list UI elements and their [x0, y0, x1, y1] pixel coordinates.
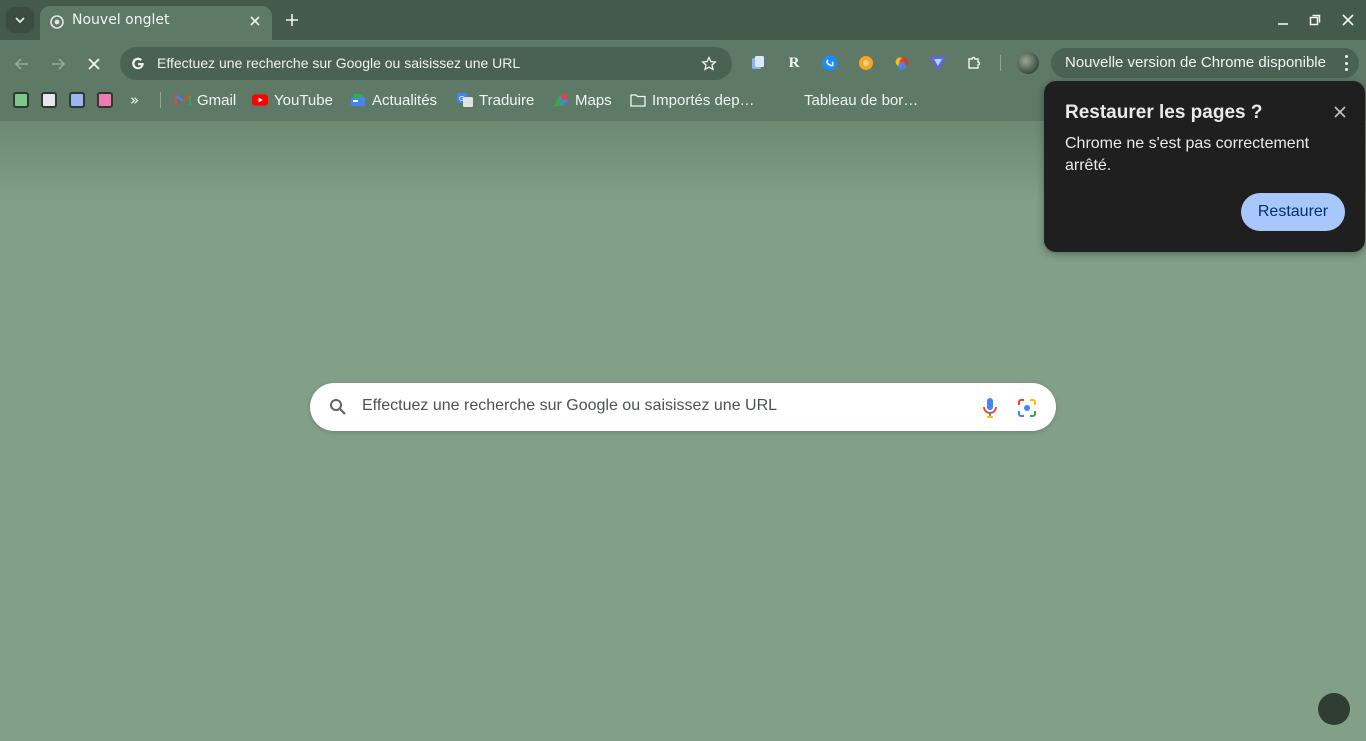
minimize-button[interactable]: [1273, 10, 1293, 30]
extension-vpn-icon[interactable]: [928, 53, 948, 73]
extension-orange-icon[interactable]: [856, 53, 876, 73]
more-menu-icon[interactable]: [1343, 55, 1349, 71]
restore-pages-dialog: Restaurer les pages ? Chrome ne s'est pa…: [1044, 81, 1365, 252]
bookmarks-overflow-button[interactable]: »: [130, 91, 139, 109]
bookmark-gmail[interactable]: Gmail: [175, 90, 236, 110]
plus-icon: [286, 14, 298, 26]
bookmarks-divider: [160, 92, 161, 108]
address-bar[interactable]: Effectuez une recherche sur Google ou sa…: [120, 47, 732, 80]
tab-new-tab[interactable]: Nouvel onglet: [40, 6, 272, 40]
svg-text:G: G: [459, 95, 464, 103]
bookmark-label: Maps: [575, 91, 612, 109]
close-icon[interactable]: [1332, 104, 1348, 120]
extension-shazam-icon[interactable]: [820, 53, 840, 73]
google-lens-icon[interactable]: [1017, 398, 1037, 418]
arrow-left-icon: [14, 58, 28, 70]
maps-icon: [553, 92, 569, 108]
bookmark-label: Actualités: [372, 91, 438, 109]
toolbar-divider: [1000, 55, 1001, 71]
bookmark-youtube[interactable]: YouTube: [252, 90, 333, 110]
folder-icon: [630, 92, 646, 108]
minimize-icon: [1278, 23, 1288, 25]
extension-color-icon[interactable]: [892, 53, 912, 73]
youtube-icon: [252, 92, 268, 108]
bookmark-label: Tableau de bor…: [804, 91, 919, 109]
chrome-icon: [50, 15, 64, 29]
google-icon: [129, 55, 146, 72]
app-shortcut-green[interactable]: [13, 92, 29, 108]
chevron-down-icon: [15, 17, 25, 24]
restore-window-button[interactable]: [1305, 10, 1325, 30]
customize-chrome-button[interactable]: [1318, 693, 1350, 725]
address-text: Effectuez une recherche sur Google ou sa…: [157, 55, 521, 71]
bookmark-label: Importés dep…: [652, 91, 755, 109]
chrome-update-button[interactable]: Nouvelle version de Chrome disponible: [1051, 48, 1359, 78]
tab-title: Nouvel onglet: [72, 12, 170, 28]
bookmark-traduire[interactable]: G Traduire: [457, 90, 534, 110]
restore-button[interactable]: Restaurer: [1241, 193, 1345, 231]
gmail-icon: [175, 92, 191, 108]
forward-button[interactable]: [46, 52, 70, 76]
google-search-box[interactable]: Effectuez une recherche sur Google ou sa…: [310, 383, 1056, 431]
search-placeholder: Effectuez une recherche sur Google ou sa…: [362, 397, 778, 414]
extension-r-icon[interactable]: R: [784, 53, 804, 73]
new-tab-button[interactable]: [282, 10, 302, 30]
bookmark-maps[interactable]: Maps: [553, 90, 612, 110]
app-shortcut-blue[interactable]: [69, 92, 85, 108]
bookmark-folder-importes[interactable]: Importés dep…: [630, 90, 755, 110]
bookmark-actualites[interactable]: Actualités: [350, 90, 437, 110]
tab-search-button[interactable]: [6, 7, 34, 33]
dialog-message: Chrome ne s'est pas correctement arrêté.: [1065, 135, 1310, 174]
restore-window-icon: [1309, 14, 1321, 26]
update-label: Nouvelle version de Chrome disponible: [1065, 54, 1326, 71]
close-icon: [88, 58, 100, 70]
news-icon: [350, 92, 366, 108]
bookmark-label: Gmail: [197, 91, 237, 109]
bookmark-label: YouTube: [274, 91, 333, 109]
search-icon: [330, 399, 346, 415]
extension-copy-icon[interactable]: [748, 53, 768, 73]
dialog-title: Restaurer les pages ?: [1065, 102, 1263, 123]
microphone-icon[interactable]: [982, 397, 998, 419]
bookmark-star-icon[interactable]: [700, 55, 718, 73]
profile-avatar[interactable]: [1017, 52, 1039, 74]
close-tab-icon[interactable]: [246, 12, 264, 30]
bookmark-tableau-de-bord[interactable]: Tableau de bor…: [804, 90, 918, 110]
extensions-puzzle-icon[interactable]: [964, 53, 984, 73]
close-window-button[interactable]: [1338, 10, 1358, 30]
stop-loading-button[interactable]: [82, 52, 106, 76]
back-button[interactable]: [10, 52, 34, 76]
translate-icon: G: [457, 92, 473, 108]
app-shortcut-pink[interactable]: [97, 92, 113, 108]
app-shortcut-white[interactable]: [41, 92, 57, 108]
tab-strip: Nouvel onglet: [0, 0, 1366, 40]
close-icon: [1342, 14, 1354, 26]
arrow-right-icon: [52, 58, 66, 70]
bookmark-label: Traduire: [479, 91, 535, 109]
